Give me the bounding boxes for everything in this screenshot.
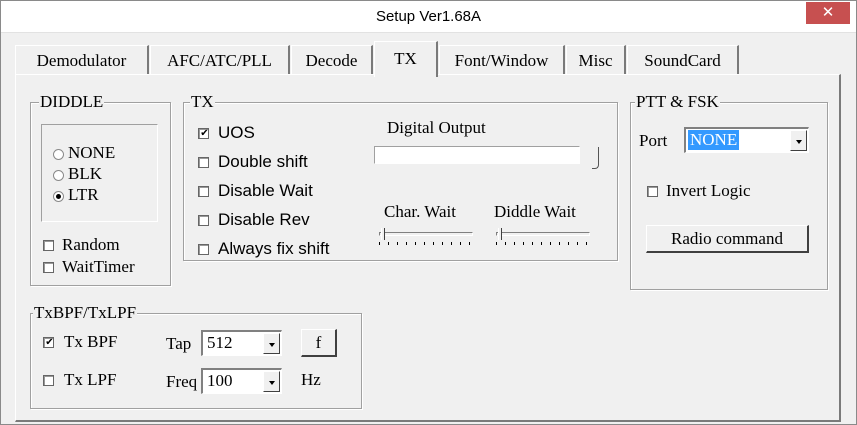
tx-tab-page: DIDDLE NONE BLK LTR Random WaitTimer TX …	[15, 74, 841, 422]
tab-tx[interactable]: TX	[374, 41, 438, 77]
checkbox[interactable]	[198, 215, 209, 226]
always-fix-shift-label: Always fix shift	[218, 239, 330, 258]
tap-select[interactable]: 512	[201, 330, 282, 356]
tap-value: 512	[207, 333, 233, 352]
digital-output-field[interactable]	[374, 146, 580, 164]
window-title: Setup Ver1.68A	[375, 8, 482, 25]
waittimer-label: WaitTimer	[62, 257, 135, 276]
slider-thumb[interactable]	[498, 228, 502, 240]
tab-afc-atc-pll[interactable]: AFC/ATC/PLL	[150, 45, 290, 75]
tab-decode[interactable]: Decode	[291, 45, 373, 75]
tab-bar: Demodulator AFC/ATC/PLL Decode TX Font/W…	[15, 41, 845, 77]
digital-output-label: Digital Output	[387, 118, 486, 137]
port-label: Port	[639, 131, 668, 150]
checkbox[interactable]	[647, 186, 658, 197]
tab-soundcard[interactable]: SoundCard	[627, 45, 739, 75]
setup-window: Setup Ver1.68A ✕ Demodulator AFC/ATC/PLL…	[0, 0, 857, 425]
checkbox[interactable]	[198, 186, 209, 197]
check-mark-icon: ✔	[200, 128, 209, 139]
port-select[interactable]: NONE	[684, 127, 809, 153]
radio-button-selected[interactable]	[53, 191, 64, 202]
f-button[interactable]: f	[301, 329, 337, 357]
radio-label: LTR	[68, 185, 99, 204]
tab-misc[interactable]: Misc	[566, 45, 626, 75]
tx-group-title: TX	[190, 91, 215, 113]
tab-demodulator[interactable]: Demodulator	[15, 45, 149, 75]
invert-logic-label: Invert Logic	[666, 181, 751, 200]
freq-value: 100	[207, 371, 233, 390]
close-icon: ✕	[821, 3, 835, 21]
checkbox-checked[interactable]: ✔	[198, 128, 209, 139]
dropdown-arrow-icon[interactable]	[790, 130, 807, 151]
diddle-wait-slider[interactable]	[496, 228, 590, 245]
freq-select[interactable]: 100	[201, 368, 282, 394]
diddle-mode-box: NONE BLK LTR	[41, 124, 158, 222]
title-bar[interactable]: Setup Ver1.68A ✕	[1, 1, 856, 33]
dropdown-arrow-icon[interactable]	[263, 333, 280, 354]
diddle-group: DIDDLE NONE BLK LTR Random WaitTimer	[30, 91, 171, 286]
slider-groove	[379, 232, 473, 236]
disable-wait-label: Disable Wait	[218, 181, 313, 200]
slider-groove	[496, 232, 590, 236]
txbpf-txlpf-group: TxBPF/TxLPF ✔ Tx BPF Tap 512 f Tx LPF Fr…	[30, 302, 362, 409]
radio-command-button[interactable]: Radio command	[646, 225, 809, 253]
checkbox[interactable]	[198, 244, 209, 255]
freq-label: Freq	[166, 372, 198, 391]
ptt-fsk-group: PTT & FSK Port NONE Invert Logic Radio c…	[630, 91, 828, 290]
radio-dot	[56, 194, 61, 199]
ptt-fsk-group-title: PTT & FSK	[635, 91, 720, 113]
checkbox[interactable]	[198, 157, 209, 168]
tap-label: Tap	[166, 334, 192, 353]
disable-rev-label: Disable Rev	[218, 210, 310, 229]
slider-thumb[interactable]	[381, 228, 385, 240]
diddle-group-title: DIDDLE	[39, 91, 105, 113]
checkbox[interactable]	[43, 262, 54, 273]
tab-font-window[interactable]: Font/Window	[439, 45, 565, 75]
diddle-wait-label: Diddle Wait	[494, 202, 576, 221]
close-button[interactable]: ✕	[806, 2, 850, 24]
hz-label: Hz	[301, 370, 321, 389]
random-label: Random	[62, 235, 120, 254]
radio-button[interactable]	[53, 149, 64, 160]
checkbox-checked[interactable]: ✔	[43, 337, 54, 348]
uos-label: UOS	[218, 123, 255, 142]
tx-bpf-label: Tx BPF	[64, 332, 118, 351]
checkbox[interactable]	[43, 375, 54, 386]
txbpf-txlpf-group-title: TxBPF/TxLPF	[33, 302, 138, 324]
radio-button[interactable]	[53, 170, 64, 181]
slider-ticks	[496, 242, 590, 245]
check-mark-icon: ✔	[45, 337, 54, 348]
char-wait-label: Char. Wait	[384, 202, 456, 221]
radio-label: NONE	[68, 143, 116, 162]
checkbox[interactable]	[43, 240, 54, 251]
char-wait-slider[interactable]	[379, 228, 473, 245]
digital-output-handle[interactable]	[592, 147, 599, 169]
port-value: NONE	[688, 130, 740, 150]
dropdown-arrow-icon[interactable]	[263, 371, 280, 392]
tx-lpf-label: Tx LPF	[64, 370, 117, 389]
slider-ticks	[379, 242, 473, 245]
radio-label: BLK	[68, 164, 102, 183]
tx-group: TX ✔ UOS Double shift Disable Wait Disab…	[183, 91, 618, 261]
double-shift-label: Double shift	[218, 152, 308, 171]
